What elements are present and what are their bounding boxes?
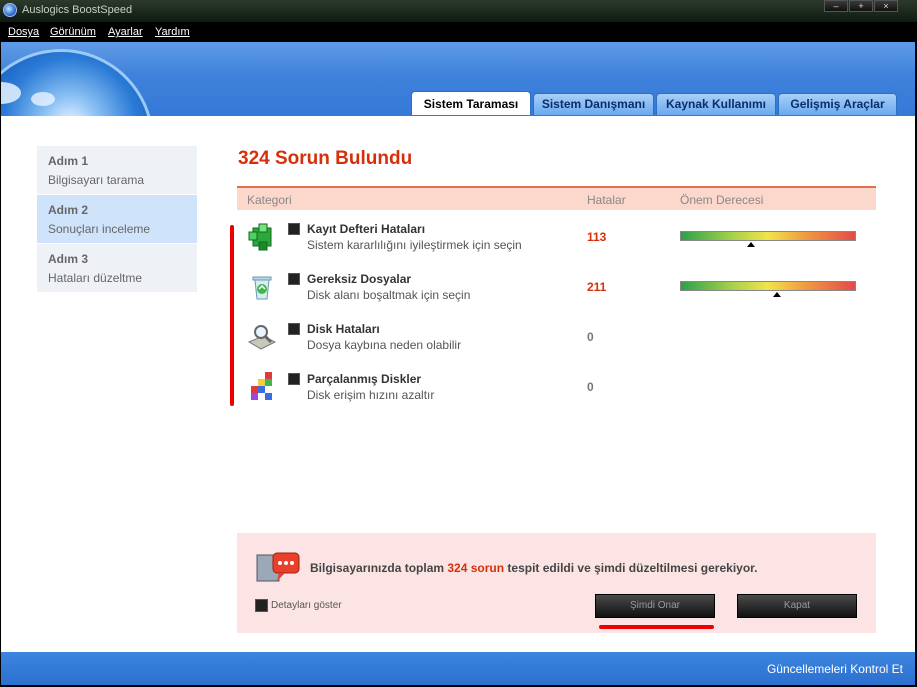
summary-prefix: Bilgisayarınızda toplam	[310, 561, 448, 575]
summary-panel: Bilgisayarınızda toplam 324 sorun tespit…	[237, 533, 876, 633]
globe-land-shape	[1, 82, 21, 104]
tab-sistem-danismani[interactable]: Sistem Danışmanı	[533, 93, 654, 115]
globe-land-shape	[31, 92, 55, 106]
registry-cube-icon	[248, 223, 272, 251]
button-highlight-mark	[599, 625, 714, 629]
highlight-bar	[230, 225, 234, 406]
issue-row-registry[interactable]: Kayıt Defteri Hataları Sistem kararlılığ…	[247, 218, 867, 262]
title-bar: Auslogics BoostSpeed – + ×	[0, 0, 917, 22]
issue-count: 0	[587, 330, 594, 344]
page-title: 324 Sorun Bulundu	[238, 148, 413, 169]
menu-yardim[interactable]: Yardım	[155, 26, 190, 38]
menu-dosya[interactable]: Dosya	[8, 26, 39, 38]
column-header-severity: Önem Derecesi	[680, 193, 764, 207]
issue-title: Gereksiz Dosyalar	[307, 272, 412, 286]
issue-description: Sistem kararlılığını iyileştirmek için s…	[307, 238, 522, 252]
tab-kaynak-kullanimi[interactable]: Kaynak Kullanımı	[656, 93, 776, 115]
issue-count: 113	[587, 230, 607, 244]
issue-description: Dosya kaybına neden olabilir	[307, 338, 462, 352]
recycle-bin-icon	[252, 276, 272, 300]
maximize-button[interactable]: +	[849, 0, 873, 12]
repair-now-button[interactable]: Şimdi Onar	[595, 594, 715, 618]
issue-title: Disk Hataları	[307, 322, 380, 336]
show-details-checkbox[interactable]	[255, 599, 268, 612]
issue-row-disk-errors[interactable]: Disk Hataları Dosya kaybına neden olabil…	[247, 318, 867, 362]
issue-count: 211	[587, 280, 607, 294]
column-header-errors: Hatalar	[587, 193, 626, 207]
step-subtitle: Bilgisayarı tarama	[48, 173, 145, 187]
app-globe-icon	[3, 3, 17, 17]
menu-gorunum[interactable]: Görünüm	[50, 26, 96, 38]
step-title: Adım 3	[48, 252, 89, 266]
show-details-label: Detayları göster	[271, 600, 342, 611]
table-header: Kategori Hatalar Önem Derecesi	[237, 186, 876, 210]
issue-row-fragmented-disks[interactable]: Parçalanmış Diskler Disk erişim hızını a…	[247, 368, 867, 412]
app-header: Sistem Taraması Sistem Danışmanı Kaynak …	[1, 42, 915, 116]
globe-logo-icon	[1, 52, 151, 116]
issue-count: 0	[587, 380, 594, 394]
step-2[interactable]: Adım 2 Sonuçları inceleme	[37, 195, 197, 244]
column-header-category: Kategori	[247, 193, 292, 207]
issue-title: Parçalanmış Diskler	[307, 372, 422, 386]
main-content: Adım 1 Bilgisayarı tarama Adım 2 Sonuçla…	[1, 116, 915, 652]
step-title: Adım 1	[48, 154, 89, 168]
step-3[interactable]: Adım 3 Hataları düzeltme	[37, 244, 197, 293]
step-title: Adım 2	[48, 203, 89, 217]
severity-meter	[680, 231, 856, 247]
status-bar: Güncellemeleri Kontrol Et	[1, 652, 915, 685]
step-subtitle: Sonuçları inceleme	[48, 222, 151, 236]
issue-checkbox[interactable]	[288, 373, 300, 385]
step-1[interactable]: Adım 1 Bilgisayarı tarama	[37, 146, 197, 195]
summary-message: Bilgisayarınızda toplam 324 sorun tespit…	[310, 561, 758, 575]
close-button[interactable]: ×	[874, 0, 898, 12]
summary-count: 324 sorun	[447, 561, 505, 575]
tab-gelismis-araclar[interactable]: Gelişmiş Araçlar	[778, 93, 897, 115]
step-subtitle: Hataları düzeltme	[48, 271, 143, 285]
issue-description: Disk erişim hızını azaltır	[307, 388, 435, 402]
issue-description: Disk alanı boşaltmak için seçin	[307, 288, 471, 302]
severity-marker	[746, 242, 755, 247]
issue-title: Kayıt Defteri Hataları	[307, 222, 426, 236]
menu-ayarlar[interactable]: Ayarlar	[108, 26, 143, 38]
disk-magnifier-icon	[247, 325, 277, 350]
menu-bar: Dosya Görünüm Ayarlar Yardım	[0, 22, 917, 42]
issue-checkbox[interactable]	[288, 223, 300, 235]
severity-marker	[772, 292, 781, 297]
steps-panel: Adım 1 Bilgisayarı tarama Adım 2 Sonuçla…	[37, 146, 197, 293]
fragmented-blocks-icon	[251, 372, 272, 400]
minimize-button[interactable]: –	[824, 0, 848, 12]
issue-row-junk-files[interactable]: Gereksiz Dosyalar Disk alanı boşaltmak i…	[247, 268, 867, 312]
check-updates-link[interactable]: Güncellemeleri Kontrol Et	[767, 662, 903, 676]
issue-checkbox[interactable]	[288, 323, 300, 335]
tab-sistem-taramasi[interactable]: Sistem Taraması	[411, 91, 531, 115]
issue-checkbox[interactable]	[288, 273, 300, 285]
summary-suffix: tespit edildi ve şimdi düzeltilmesi gere…	[504, 561, 758, 575]
close-dialog-button[interactable]: Kapat	[737, 594, 857, 618]
window-title: Auslogics BoostSpeed	[22, 4, 133, 16]
chat-bubbles-icon	[256, 552, 300, 582]
severity-meter	[680, 281, 856, 297]
